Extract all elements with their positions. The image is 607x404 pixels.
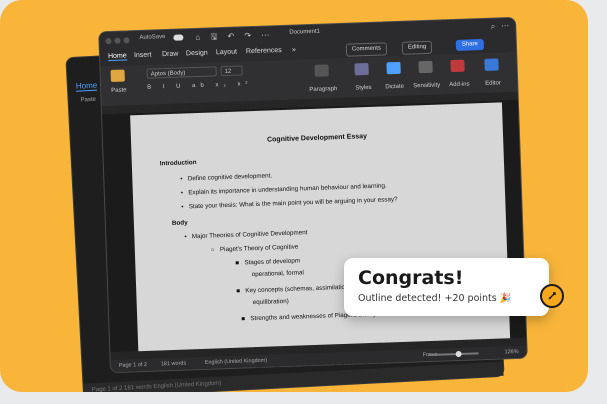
dictate-icon[interactable] [386, 61, 401, 75]
zoom-slider-knob[interactable] [455, 350, 462, 358]
outline-line: ○ Piaget's Theory of Cognitive [210, 243, 299, 254]
outline-line: • Major Theories of Cognitive Developmen… [184, 229, 308, 241]
zoom-window-icon[interactable] [123, 37, 130, 44]
outline-line: • Explain its importance in understandin… [180, 182, 387, 197]
styles-label: Styles [355, 84, 372, 92]
tab-draw[interactable]: Draw [162, 51, 179, 59]
comments-button[interactable]: Comments [345, 42, 388, 57]
paragraph-label: Paragraph [309, 86, 338, 94]
close-window-icon[interactable] [105, 37, 112, 45]
document-title: Document1 [289, 28, 321, 36]
rocket-glyph [548, 292, 556, 300]
font-size-select[interactable]: 12 [220, 65, 243, 77]
share-button[interactable]: Share [455, 38, 485, 51]
document-heading: Cognitive Development Essay [266, 133, 368, 144]
editor-label: Editor [485, 80, 502, 87]
add-ins-label: Add-ins [449, 81, 470, 89]
add-ins-icon[interactable] [450, 59, 465, 73]
autosave-toggle[interactable] [173, 34, 184, 41]
autosave-label: AutoSave [139, 34, 166, 41]
more-icon[interactable]: ⋯ [501, 21, 509, 30]
word-count[interactable]: 181 words [161, 358, 187, 371]
sensitivity-icon[interactable] [418, 60, 433, 74]
styles-icon[interactable] [354, 62, 369, 76]
zoom-slider[interactable] [428, 350, 479, 358]
tab-references[interactable]: References [246, 47, 282, 55]
page-count[interactable]: Page 1 of 2 [119, 359, 148, 372]
congrats-toast: Congrats! Outline detected! +20 points 🎉 [344, 258, 549, 316]
tab-layout[interactable]: Layout [216, 49, 237, 57]
outline-line: ■ Stages of developm [235, 257, 301, 267]
outline-line: operational, formal [251, 269, 304, 279]
tab-home[interactable]: Home [107, 52, 127, 62]
sensitivity-label: Sensitivity [413, 82, 441, 90]
tab-design[interactable]: Design [186, 50, 208, 58]
outline-line: equilibration) [252, 297, 289, 307]
editor-icon[interactable] [484, 58, 499, 71]
zoom-level[interactable]: 126% [504, 346, 518, 358]
search-icon[interactable]: ⌕ [491, 22, 496, 32]
toast-heading: Congrats! [358, 267, 464, 289]
quick-access-icons[interactable]: ⌂ 🖫 ↶ ↷ ⋯ [195, 29, 273, 46]
word-window: AutoSave ⌂ 🖫 ↶ ↷ ⋯ Document1 ⌕ ⋯ Home In… [98, 16, 528, 374]
tab-overflow[interactable]: » [292, 47, 296, 54]
format-buttons[interactable]: B I U ab x₂ x² [147, 81, 252, 91]
outline-line: Body [171, 219, 188, 227]
outline-line: • State your thesis: What is the main po… [181, 196, 398, 211]
back-tab-home[interactable]: Home [75, 80, 98, 92]
promo-card: Home Paste Page 1 of 2 181 words English… [0, 0, 588, 392]
paste-icon[interactable] [110, 69, 125, 82]
toast-message: Outline detected! +20 points 🎉 [358, 293, 512, 304]
font-family-select[interactable]: Aptos (Body) [146, 66, 217, 79]
rocket-icon [540, 284, 564, 308]
back-paste-label: Paste [80, 96, 97, 104]
outline-line: • Define cognitive development. [180, 172, 273, 183]
tab-insert[interactable]: Insert [134, 52, 152, 60]
dictate-label: Dictate [385, 83, 405, 91]
outline-line: Introduction [159, 159, 197, 168]
editing-button[interactable]: Editing [401, 40, 433, 55]
paragraph-icon[interactable] [314, 64, 329, 77]
paste-label: Paste [111, 87, 127, 94]
minimize-window-icon[interactable] [114, 37, 121, 44]
